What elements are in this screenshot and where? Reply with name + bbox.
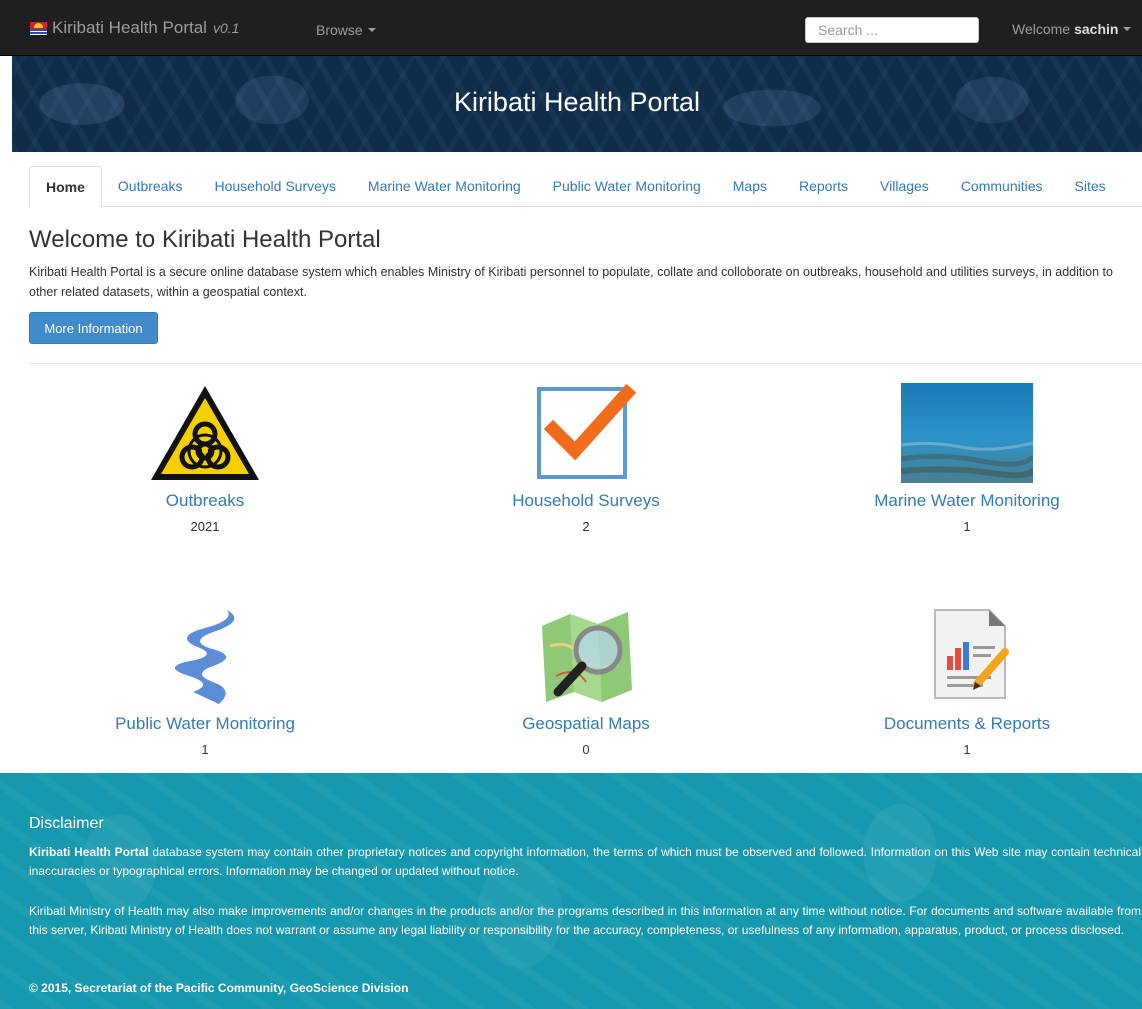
tab-marine-water-monitoring[interactable]: Marine Water Monitoring (352, 166, 537, 207)
tab-maps[interactable]: Maps (717, 166, 783, 207)
tile-label[interactable]: Geospatial Maps (436, 714, 736, 734)
user-menu-dropdown[interactable]: Welcome sachin (1012, 21, 1132, 37)
tile-household-surveys: Household Surveys 2 (436, 383, 736, 534)
disclaimer-paragraph-1: Kiribati Health Portal database system m… (29, 843, 1141, 881)
caret-down-icon (1123, 27, 1132, 31)
disclaimer-brand: Kiribati Health Portal (29, 845, 149, 859)
tab-villages[interactable]: Villages (864, 166, 945, 207)
tab-communities[interactable]: Communities (945, 166, 1059, 207)
map-magnifier-icon[interactable] (436, 606, 736, 706)
report-document-icon[interactable] (817, 606, 1117, 706)
hero-banner: Kiribati Health Portal (12, 56, 1142, 152)
biohazard-icon[interactable] (55, 383, 355, 483)
tile-public-water-monitoring: Public Water Monitoring 1 (55, 606, 355, 757)
tab-sites[interactable]: Sites (1059, 166, 1122, 207)
tile-count: 2 (582, 519, 590, 534)
tile-documents-reports: Documents & Reports 1 (817, 606, 1117, 757)
tile-label[interactable]: Documents & Reports (817, 714, 1117, 734)
disclaimer-text-1: database system may contain other propri… (29, 845, 1142, 878)
kiribati-flag-icon (30, 21, 47, 35)
tile-count: 0 (582, 742, 590, 757)
tab-public-water-monitoring[interactable]: Public Water Monitoring (537, 166, 717, 207)
tile-label[interactable]: Household Surveys (436, 491, 736, 511)
tile-count: 1 (963, 519, 971, 534)
tile-geospatial-maps: Geospatial Maps 0 (436, 606, 736, 757)
browse-label: Browse (316, 22, 363, 38)
disclaimer-heading: Disclaimer (29, 815, 104, 832)
more-information-button[interactable]: More Information (29, 312, 158, 344)
brand-version: v0.1 (212, 20, 240, 36)
tile-marine-water-monitoring: Marine Water Monitoring 1 (817, 383, 1117, 534)
main-tabs: Home Outbreaks Household Surveys Marine … (29, 166, 1142, 208)
tile-outbreaks: Outbreaks 2021 (55, 383, 355, 534)
water-stream-icon[interactable] (55, 606, 355, 706)
tile-label[interactable]: Public Water Monitoring (55, 714, 355, 734)
banner-title: Kiribati Health Portal (453, 86, 701, 117)
intro-text: Kiribati Health Portal is a secure onlin… (29, 265, 1113, 299)
tile-label[interactable]: Marine Water Monitoring (817, 491, 1117, 511)
tile-count: 2021 (190, 519, 220, 534)
checkbox-icon[interactable] (436, 383, 736, 483)
tab-reports[interactable]: Reports (783, 166, 864, 207)
browse-dropdown[interactable]: Browse (316, 22, 376, 38)
tab-household-surveys[interactable]: Household Surveys (199, 166, 352, 207)
disclaimer-paragraph-2: Kiribati Ministry of Health may also mak… (29, 904, 1141, 937)
tile-count: 1 (963, 742, 971, 757)
caret-down-icon (367, 28, 376, 32)
tile-count: 1 (201, 742, 209, 757)
footer-disclaimer: Disclaimer Kiribati Health Portal databa… (0, 773, 1142, 1009)
page-title: Welcome to Kiribati Health Portal (29, 226, 381, 253)
tab-outbreaks[interactable]: Outbreaks (102, 166, 199, 207)
brand-link[interactable]: Kiribati Health Portal v0.1 (30, 18, 239, 38)
tile-label[interactable]: Outbreaks (55, 491, 355, 511)
welcome-label: Welcome (1012, 21, 1071, 37)
copyright-text: © 2015, Secretariat of the Pacific Commu… (29, 981, 409, 995)
user-name: sachin (1074, 21, 1119, 37)
brand-title: Kiribati Health Portal (52, 18, 207, 37)
sea-water-image[interactable] (817, 383, 1117, 483)
top-navbar: Kiribati Health Portal v0.1 Browse Welco… (0, 0, 1142, 56)
search-input[interactable] (805, 17, 979, 43)
section-divider (29, 363, 1142, 364)
tab-home[interactable]: Home (29, 166, 102, 208)
